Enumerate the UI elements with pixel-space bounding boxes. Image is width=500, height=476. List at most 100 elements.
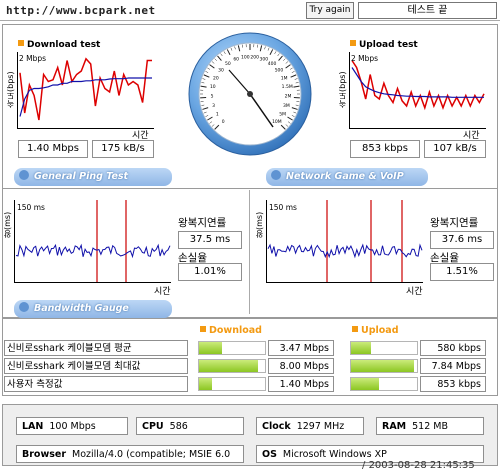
upload-bar-fill <box>351 360 414 372</box>
bandwidth-row-upload-bar <box>350 377 418 391</box>
bandwidth-row-upload-value: 7.84 Mbps <box>420 358 486 374</box>
ping-left-scale: 150 ms <box>17 203 45 212</box>
network-game-voip-test-button[interactable]: Network Game & VoIP Test <box>266 168 428 200</box>
download-bar-fill <box>199 360 259 372</box>
lan-info: LAN 100 Mbps <box>16 417 128 435</box>
gauge-tick-label: 3M <box>283 103 290 109</box>
upload-scale: 2 Mbps <box>351 54 379 63</box>
bandwidth-row-upload-bar <box>350 359 418 373</box>
ping-right-rtt-value: 37.6 ms <box>430 231 494 249</box>
ping-left-x-label: 시간 <box>154 287 171 297</box>
browser-value: Mozilla/4.0 (compatible; MSIE 6.0 <box>72 449 231 460</box>
ram-value: 512 MB <box>412 421 448 432</box>
gauge-tick-label: 10 <box>210 84 216 90</box>
gauge-tick-label: 60 <box>233 57 239 63</box>
ping-panel-divider <box>249 190 250 314</box>
download-scale: 2 Mbps <box>19 54 47 63</box>
ping-right-scale: 150 ms <box>269 203 297 212</box>
lan-label: LAN <box>22 421 44 432</box>
browser-label: Browser <box>22 449 67 460</box>
clock-value: 1297 MHz <box>296 421 345 432</box>
ping-left-y-label: 왕(ms) <box>3 211 12 238</box>
download-bar-fill <box>199 342 223 354</box>
bandwidth-download-header: Download <box>200 325 262 336</box>
lan-value: 100 Mbps <box>49 421 96 432</box>
os-value: Microsoft Windows XP <box>282 449 387 460</box>
upload-bar-fill <box>351 378 379 390</box>
download-kbs: 175 kB/s <box>92 140 154 158</box>
clock-label: Clock <box>262 421 291 432</box>
gauge-tick-label: 5 <box>211 94 214 100</box>
ram-label: RAM <box>382 421 407 432</box>
download-y-label: 속도(bps) <box>6 71 15 108</box>
site-url[interactable]: http://www.bcpark.net <box>6 4 156 17</box>
gauge-tick-label: 1M <box>281 75 288 81</box>
upload-speed-line <box>351 60 485 111</box>
upload-kbps: 853 kbps <box>350 140 420 158</box>
gauge-tick-label: 500 <box>275 67 284 73</box>
ping-right-x-label: 시간 <box>406 287 423 297</box>
browser-info: Browser Mozilla/4.0 (compatible; MSIE 6.0 <box>16 445 244 463</box>
ping-right-chart <box>267 200 423 282</box>
upload-title: Upload test <box>350 40 418 50</box>
gauge-tick-label: 1.5M <box>282 84 293 90</box>
bandwidth-row-download-bar <box>198 359 266 373</box>
gauge-tick-label: 20 <box>213 75 219 81</box>
cpu-info: CPU 586 <box>136 417 244 435</box>
download-marker-icon <box>18 40 24 46</box>
bandwidth-gauge-button[interactable]: Bandwidth Gauge <box>14 300 172 318</box>
bandwidth-row-upload-bar <box>350 341 418 355</box>
bandwidth-row-download-value: 8.00 Mbps <box>268 358 334 374</box>
clock-info: Clock 1297 MHz <box>256 417 364 435</box>
gauge-tick-label: 3 <box>212 103 215 109</box>
gauge-tick-label: 10M <box>272 119 282 125</box>
gauge-tick-label: 400 <box>268 61 277 67</box>
download-speed-line <box>19 57 152 121</box>
bandwidth-row-download-value: 3.47 Mbps <box>268 340 334 356</box>
bandwidth-row-label: 신비로sshark 케이블모뎀 평균 <box>4 340 188 356</box>
cpu-value: 586 <box>169 421 188 432</box>
timestamp: / 2003-08-28 21:45:35 <box>362 460 475 471</box>
ping-left-latency-line <box>15 243 171 259</box>
bullet-icon <box>271 170 281 180</box>
ping-left-chart <box>15 200 171 282</box>
speed-gauge: 01351020305060 100 200 3004005001M1.5M2M3M5… <box>188 32 312 156</box>
header-divider <box>0 20 500 21</box>
os-label: OS <box>262 449 277 460</box>
ping-left-rtt-value: 37.5 ms <box>178 231 242 249</box>
gauge-tick-label: 2M <box>285 94 292 100</box>
bandwidth-row-download-bar <box>198 377 266 391</box>
bandwidth-upload-header: Upload <box>352 325 399 336</box>
upload-plot: 2 Mbps <box>349 52 486 129</box>
gauge-tick-label: 100 <box>241 54 250 60</box>
ping-right-rtt-label: 왕복지연률 <box>430 217 479 229</box>
upload-bar-fill <box>351 342 371 354</box>
try-again-button[interactable]: Try again <box>306 2 354 19</box>
ping-left-loss-value: 1.01% <box>178 263 242 281</box>
upload-marker-icon <box>350 40 356 46</box>
upload-kbs: 107 kB/s <box>424 140 486 158</box>
bandwidth-row-upload-value: 580 kbps <box>420 340 486 356</box>
download-header-icon <box>200 326 206 332</box>
upload-chart <box>351 60 485 111</box>
bullet-icon <box>19 170 29 180</box>
download-bar-fill <box>199 378 213 390</box>
ram-info: RAM 512 MB <box>376 417 484 435</box>
gauge-tick-label: 50 <box>225 61 231 67</box>
ping-left-rtt-label: 왕복지연률 <box>178 217 227 229</box>
upload-y-label: 속도(bps) <box>338 71 347 108</box>
gauge-tick-label: 0 <box>222 119 225 125</box>
bandwidth-row-download-bar <box>198 341 266 355</box>
bandwidth-row-download-value: 1.40 Mbps <box>268 376 334 392</box>
download-title: Download test <box>18 40 100 50</box>
ping-right-y-label: 왕(ms) <box>255 211 264 238</box>
test-end-label: 테스트 끝 <box>358 2 497 19</box>
general-ping-test-button[interactable]: General Ping Test <box>14 168 172 186</box>
gauge-tick-label: 30 <box>218 67 224 73</box>
download-plot: 2 Mbps <box>17 52 154 129</box>
ping-right-latency-line <box>267 243 423 259</box>
ping-right-loss-value: 1.51% <box>430 263 494 281</box>
gauge-tick-label: 200 <box>250 54 259 60</box>
cpu-label: CPU <box>142 421 164 432</box>
ping-left-plot: 150 ms <box>14 200 171 283</box>
